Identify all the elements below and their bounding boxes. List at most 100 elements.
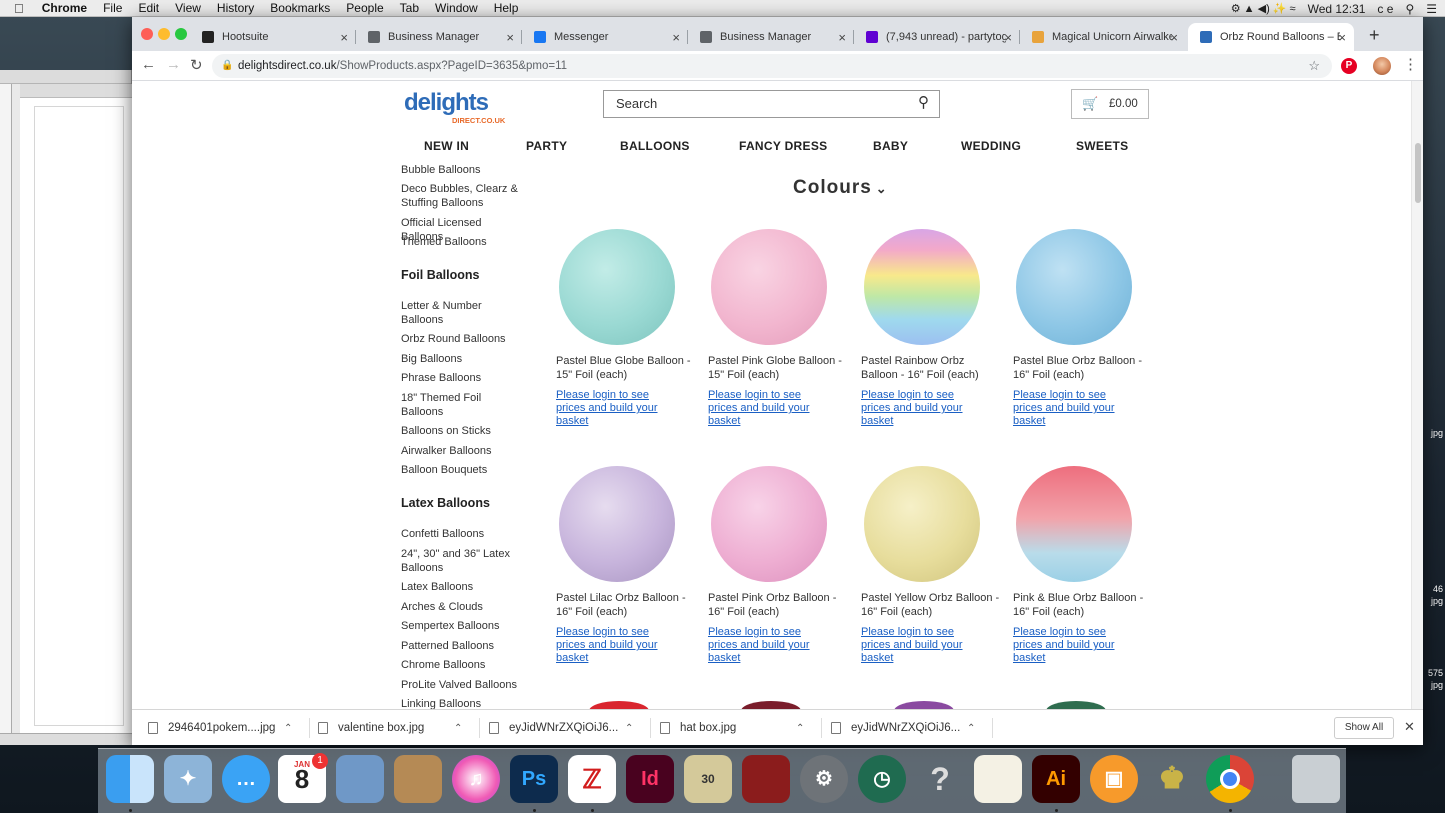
search-icon[interactable]: ⚲	[918, 90, 929, 116]
tab-close-icon[interactable]: ×	[838, 30, 846, 45]
minimize-window-button[interactable]	[158, 28, 170, 40]
product-image[interactable]	[559, 466, 675, 582]
desktop-file-label[interactable]: 575	[1428, 668, 1443, 679]
desktop-file-label[interactable]: 46	[1433, 584, 1443, 595]
menu-app-chrome[interactable]: Chrome	[34, 0, 95, 17]
product-name[interactable]: Pastel Pink Orbz Balloon - 16" Foil (eac…	[708, 592, 848, 619]
preview-icon[interactable]	[336, 755, 384, 803]
close-window-button[interactable]	[141, 28, 153, 40]
menu-view[interactable]: View	[167, 0, 209, 17]
login-link[interactable]: Please login to see prices and build you…	[861, 626, 973, 665]
time-machine-icon[interactable]: ◷	[858, 755, 906, 803]
nav-fancy-dress[interactable]: FANCY DRESS	[739, 139, 827, 153]
menu-people[interactable]: People	[338, 0, 391, 17]
section-title[interactable]: Colours ⌄	[793, 177, 888, 199]
calendar-clock-icon[interactable]: 30	[684, 755, 732, 803]
spotlight-icon[interactable]: ⚲	[1405, 2, 1414, 16]
address-bar[interactable]: 🔒 delightsdirect.co.uk/ShowProducts.aspx…	[212, 54, 1332, 78]
nav-wedding[interactable]: WEDDING	[961, 139, 1021, 153]
download-item[interactable]: valentine box.jpg ⌃	[318, 710, 480, 746]
login-link[interactable]: Please login to see prices and build you…	[861, 389, 973, 428]
nav-sweets[interactable]: SWEETS	[1076, 139, 1128, 153]
product-image-partial[interactable]	[894, 701, 954, 709]
login-link[interactable]: Please login to see prices and build you…	[708, 626, 820, 665]
product-image[interactable]	[711, 229, 827, 345]
textedit-icon[interactable]	[974, 755, 1022, 803]
chevron-up-icon[interactable]: ⌃	[796, 723, 804, 734]
zoom-window-button[interactable]	[175, 28, 187, 40]
sidebar-item[interactable]: 24", 30" and 36" Latex Balloons	[401, 548, 526, 575]
chevron-up-icon[interactable]: ⌃	[284, 723, 292, 734]
nav-new-in[interactable]: NEW IN	[424, 139, 469, 153]
tab-business-manager[interactable]: Business Manager ×	[356, 23, 522, 51]
tab-yahoo-mail[interactable]: (7,943 unread) - partytogo1 ×	[854, 23, 1020, 51]
desktop-file-label[interactable]: jpg	[1431, 596, 1443, 607]
product-image[interactable]	[711, 466, 827, 582]
chrome-menu-icon[interactable]: ⋮	[1403, 55, 1418, 73]
login-link[interactable]: Please login to see prices and build you…	[556, 389, 668, 428]
menu-help[interactable]: Help	[486, 0, 527, 17]
illustrator-icon[interactable]: Ai	[1032, 755, 1080, 803]
sidebar-item[interactable]: Deco Bubbles, Clearz & Stuffing Balloons	[401, 183, 526, 210]
bookmark-star-icon[interactable]: ☆	[1308, 54, 1320, 78]
help-icon[interactable]: ?	[916, 755, 964, 803]
sidebar-item[interactable]: 18" Themed Foil Balloons	[401, 392, 526, 419]
sidebar-item[interactable]: Patterned Balloons	[401, 640, 526, 654]
tab-close-icon[interactable]: ×	[506, 30, 514, 45]
ibooks-icon[interactable]: ▣	[1090, 755, 1138, 803]
chevron-up-icon[interactable]: ⌃	[454, 723, 462, 734]
page-scrollbar[interactable]	[1411, 81, 1423, 709]
pinterest-extension-icon[interactable]: P	[1341, 58, 1357, 74]
sidebar-item[interactable]: Arches & Clouds	[401, 601, 526, 615]
tab-close-icon[interactable]: ×	[340, 30, 348, 45]
back-arrow-icon[interactable]: ←	[141, 56, 156, 73]
product-name[interactable]: Pastel Pink Globe Balloon - 15" Foil (ea…	[708, 355, 848, 382]
mail-bird-icon[interactable]: ✦	[164, 755, 212, 803]
login-link[interactable]: Please login to see prices and build you…	[708, 389, 820, 428]
finder-icon[interactable]	[106, 755, 154, 803]
contacts-icon[interactable]	[394, 755, 442, 803]
product-name[interactable]: Pastel Yellow Orbz Balloon - 16" Foil (e…	[861, 592, 1001, 619]
product-name[interactable]: Pastel Lilac Orbz Balloon - 16" Foil (ea…	[556, 592, 696, 619]
sidebar-item[interactable]: Balloons on Sticks	[401, 425, 526, 439]
messages-icon[interactable]: …	[222, 755, 270, 803]
sidebar-heading-latex[interactable]: Latex Balloons	[401, 496, 490, 510]
forward-arrow-icon[interactable]: →	[166, 56, 181, 73]
menu-bookmarks[interactable]: Bookmarks	[262, 0, 338, 17]
sidebar-item[interactable]: Latex Balloons	[401, 581, 526, 595]
profile-avatar[interactable]	[1373, 57, 1391, 75]
nav-baby[interactable]: BABY	[873, 139, 908, 153]
stamp-tool-icon[interactable]: ♚	[1148, 755, 1196, 803]
product-image[interactable]	[864, 229, 980, 345]
system-preferences-icon[interactable]: ⚙	[800, 755, 848, 803]
login-link[interactable]: Please login to see prices and build you…	[556, 626, 668, 665]
indesign-icon[interactable]: Id	[626, 755, 674, 803]
product-image[interactable]	[559, 229, 675, 345]
menu-window[interactable]: Window	[427, 0, 486, 17]
desktop-file-label[interactable]: jpg	[1431, 428, 1443, 439]
sidebar-item-orbz[interactable]: Orbz Round Balloons	[401, 333, 526, 347]
menu-edit[interactable]: Edit	[130, 0, 167, 17]
tab-close-icon[interactable]: ×	[1170, 30, 1178, 45]
desktop-file-label[interactable]: jpg	[1431, 680, 1443, 691]
site-search-input[interactable]: Search ⚲	[603, 90, 940, 118]
sidebar-item[interactable]: Bubble Balloons	[401, 164, 526, 178]
product-image[interactable]	[1016, 229, 1132, 345]
tab-close-icon[interactable]: ×	[672, 30, 680, 45]
download-item[interactable]: hat box.jpg ⌃	[660, 710, 822, 746]
photo-booth-icon[interactable]	[742, 755, 790, 803]
tab-magical-unicorn[interactable]: Magical Unicorn Airwalker F ×	[1020, 23, 1186, 51]
nav-balloons[interactable]: BALLOONS	[620, 139, 690, 153]
product-name[interactable]: Pastel Blue Globe Balloon - 15" Foil (ea…	[556, 355, 696, 382]
sidebar-item[interactable]: Sempertex Balloons	[401, 620, 526, 634]
chevron-up-icon[interactable]: ⌃	[625, 723, 633, 734]
menu-history[interactable]: History	[209, 0, 262, 17]
lock-icon[interactable]: 🔒	[221, 54, 233, 78]
login-link[interactable]: Please login to see prices and build you…	[1013, 389, 1125, 428]
site-logo[interactable]: delights DIRECT.CO.UK	[404, 89, 514, 125]
sidebar-item[interactable]: Phrase Balloons	[401, 372, 526, 386]
download-item[interactable]: eyJidWNrZXQiOiJ6.... ⌃	[831, 710, 993, 746]
menubar-user[interactable]: c e	[1377, 2, 1393, 16]
menu-tab[interactable]: Tab	[392, 0, 427, 17]
product-name[interactable]: Pink & Blue Orbz Balloon - 16" Foil (eac…	[1013, 592, 1153, 619]
